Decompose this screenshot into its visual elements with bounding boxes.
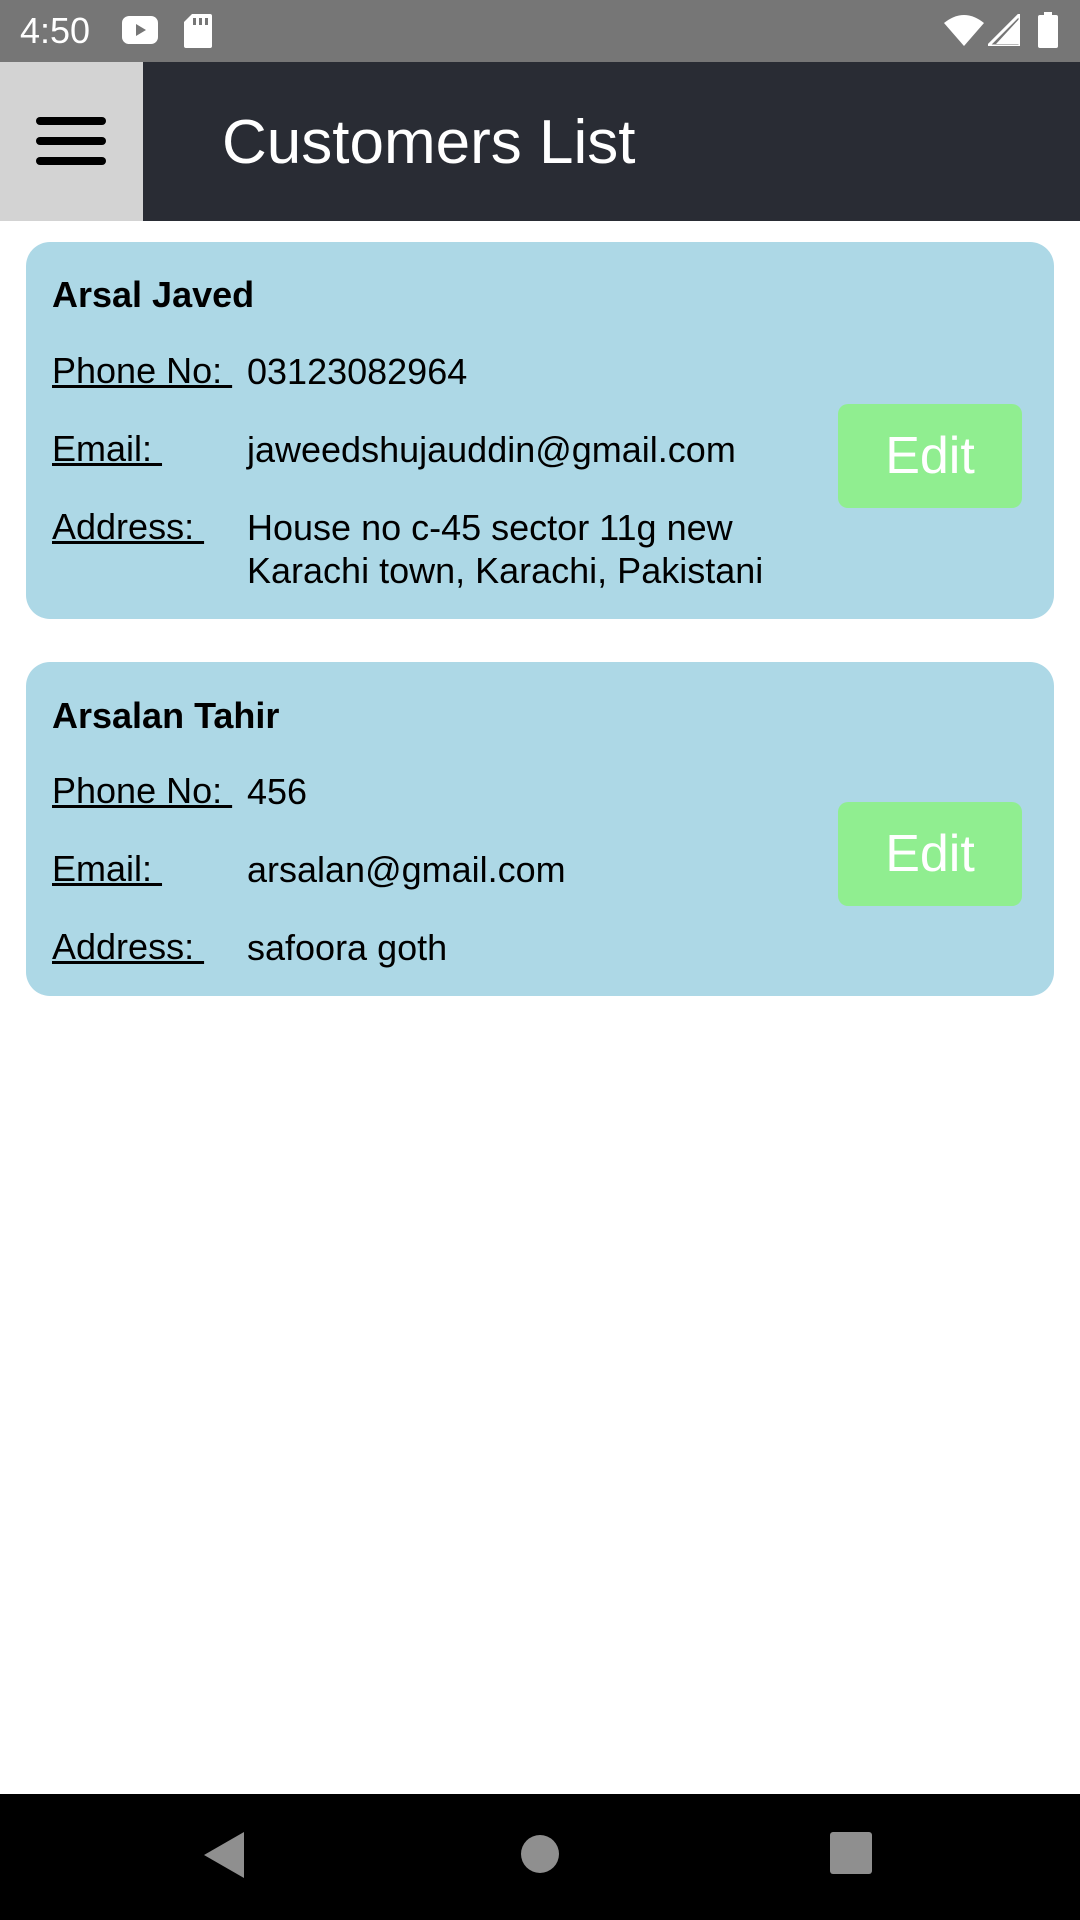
recents-icon[interactable] [830,1832,872,1874]
back-icon[interactable] [204,1832,244,1878]
youtube-icon [122,16,158,44]
edit-button[interactable]: Edit [838,802,1022,906]
email-label: Email: [52,428,163,469]
customer-card: Arsalan Tahir Phone No: 456 Email: arsal… [26,662,1054,996]
status-time: 4:50 [20,10,91,51]
edit-button[interactable]: Edit [838,404,1022,508]
home-icon[interactable] [520,1834,560,1874]
wifi-icon [944,15,984,46]
address-value: safoora goth [247,927,448,968]
address-value: House no c-45 sector 11g new Karachi tow… [247,507,764,591]
address-label: Address: [52,506,205,547]
menu-button[interactable] [0,62,143,221]
app-bar: Customers List [0,62,1080,221]
signal-icon [988,14,1020,46]
phone-value: 456 [247,771,308,812]
customer-name: Arsalan Tahir [52,695,280,736]
customer-card: Arsal Javed Phone No: 03123082964 Email:… [26,242,1054,619]
status-bar: 4:50 [0,0,1080,62]
address-label: Address: [52,926,205,967]
email-label: Email: [52,848,163,889]
navigation-bar [0,1794,1080,1920]
email-value: jaweedshujauddin@gmail.com [247,429,736,470]
phone-label: Phone No: [52,350,233,391]
phone-label: Phone No: [52,770,233,811]
page-title: Customers List [222,108,636,177]
email-value: arsalan@gmail.com [247,849,566,890]
battery-icon [1038,12,1058,48]
phone-value: 03123082964 [247,351,468,392]
customer-name: Arsal Javed [52,274,255,315]
sd-card-icon [184,14,212,48]
